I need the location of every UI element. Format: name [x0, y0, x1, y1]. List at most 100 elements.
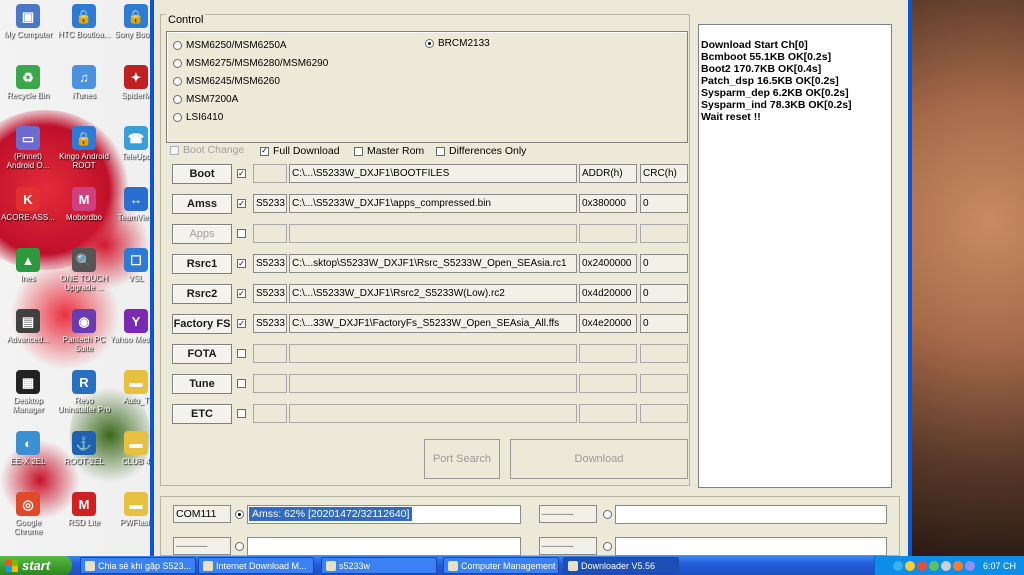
apps-checkbox[interactable] — [237, 229, 246, 238]
rsrc2-checkbox[interactable]: ✓ — [237, 289, 246, 298]
etc-addr-field[interactable] — [579, 404, 637, 423]
port2-radio[interactable] — [603, 510, 612, 519]
fota-addr-field[interactable] — [579, 344, 637, 363]
master-rom-option[interactable]: Master Rom — [354, 145, 424, 157]
radio-msm7200a[interactable]: MSM7200A — [173, 94, 238, 105]
desktop-icon[interactable]: R Revo Uninstaller Pro — [56, 370, 112, 414]
amss-checkbox[interactable]: ✓ — [237, 199, 246, 208]
start-button[interactable]: start — [0, 556, 72, 575]
port1-radio[interactable] — [235, 510, 244, 519]
tray-icon[interactable] — [892, 560, 903, 571]
taskbar-item[interactable]: s5233w — [321, 557, 437, 574]
tune-short-field[interactable] — [253, 374, 287, 393]
radio-dot[interactable] — [425, 39, 434, 48]
etc-path-field[interactable] — [289, 404, 577, 423]
fota-short-field[interactable] — [253, 344, 287, 363]
fota-checkbox[interactable] — [237, 349, 246, 358]
port4-radio[interactable] — [603, 542, 612, 551]
etc-button[interactable]: ETC — [172, 404, 232, 424]
desktop-icon[interactable]: ▤ Advanced... — [0, 309, 56, 344]
apps-crc-field[interactable] — [640, 224, 688, 243]
desktop-icon[interactable]: 🔒 Kingo Android ROOT — [56, 126, 112, 170]
taskbar-item[interactable]: Computer Management — [443, 557, 559, 574]
boot-crc-field[interactable]: CRC(h) — [640, 164, 688, 183]
desktop-icon[interactable]: ◐ EE-X 2EL — [0, 431, 56, 466]
radio-dot[interactable] — [173, 59, 182, 68]
desktop-icon[interactable]: ⚓ ROOT-2EL — [56, 431, 112, 466]
amss-short-field[interactable]: S5233 — [253, 194, 287, 213]
tray-icon[interactable] — [952, 560, 963, 571]
full-download-checkbox[interactable]: ✓ — [260, 146, 269, 156]
rsrc2-button[interactable]: Rsrc2 — [172, 284, 232, 304]
master-rom-checkbox[interactable] — [354, 146, 363, 156]
apps-short-field[interactable] — [253, 224, 287, 243]
boot-change-option[interactable]: Boot Change — [170, 144, 244, 156]
differences-only-checkbox[interactable] — [436, 146, 445, 156]
desktop-icon[interactable]: ♫ iTunes — [56, 65, 112, 100]
rsrc1-short-field[interactable]: S5233 — [253, 254, 287, 273]
amss-addr-field[interactable]: 0x380000 — [579, 194, 637, 213]
rsrc1-button[interactable]: Rsrc1 — [172, 254, 232, 274]
rsrc1-path-field[interactable]: C:\...sktop\S5233W_DXJF1\Rsrc_S5233W_Ope… — [289, 254, 577, 273]
radio-dot[interactable] — [173, 41, 182, 50]
factory-fs-path-field[interactable]: C:\...33W_DXJF1\FactoryFs_S5233W_Open_SE… — [289, 314, 577, 333]
fota-crc-field[interactable] — [640, 344, 688, 363]
fota-path-field[interactable] — [289, 344, 577, 363]
port3-radio[interactable] — [235, 542, 244, 551]
tune-checkbox[interactable] — [237, 379, 246, 388]
etc-short-field[interactable] — [253, 404, 287, 423]
factory-fs-short-field[interactable]: S5233 — [253, 314, 287, 333]
tray-icon[interactable] — [964, 560, 975, 571]
taskbar-item[interactable]: Chia sẻ khi gặp S523... — [80, 557, 196, 574]
factory-fs-checkbox[interactable]: ✓ — [237, 319, 246, 328]
factory-fs-addr-field[interactable]: 0x4e20000 — [579, 314, 637, 333]
rsrc1-checkbox[interactable]: ✓ — [237, 259, 246, 268]
desktop-icon[interactable]: ▭ (Pinnet) Android O... — [0, 126, 56, 170]
tune-crc-field[interactable] — [640, 374, 688, 393]
full-download-option[interactable]: ✓ Full Download — [260, 145, 340, 157]
tray-icon[interactable] — [916, 560, 927, 571]
radio-dot[interactable] — [173, 113, 182, 122]
factory-fs-crc-field[interactable]: 0 — [640, 314, 688, 333]
desktop-icon[interactable]: ♻ Recycle Bin — [0, 65, 56, 100]
desktop-icon[interactable]: 🔒 HTC Bootloa... — [56, 4, 112, 39]
desktop-icon[interactable]: M Mobordbo — [56, 187, 112, 222]
rsrc2-short-field[interactable]: S5233 — [253, 284, 287, 303]
desktop-icon[interactable]: ▣ My Computer — [0, 4, 56, 39]
amss-crc-field[interactable]: 0 — [640, 194, 688, 213]
boot-addr-field[interactable]: ADDR(h) — [579, 164, 637, 183]
amss-path-field[interactable]: C:\...\S5233W_DXJF1\apps_compressed.bin — [289, 194, 577, 213]
desktop-icon[interactable]: ▦ Desktop Manager — [0, 370, 56, 414]
radio-msm6275[interactable]: MSM6275/MSM6280/MSM6290 — [173, 58, 328, 69]
desktop-icon[interactable]: ◎ Google Chrome — [0, 492, 56, 536]
fota-button[interactable]: FOTA — [172, 344, 232, 364]
boot-short-field[interactable] — [253, 164, 287, 183]
rsrc1-addr-field[interactable]: 0x2400000 — [579, 254, 637, 273]
tune-button[interactable]: Tune — [172, 374, 232, 394]
differences-only-option[interactable]: Differences Only — [436, 145, 526, 157]
tune-path-field[interactable] — [289, 374, 577, 393]
amss-button[interactable]: Amss — [172, 194, 232, 214]
factory-fs-button[interactable]: Factory FS — [172, 314, 232, 334]
rsrc1-crc-field[interactable]: 0 — [640, 254, 688, 273]
radio-msm6250[interactable]: MSM6250/MSM6250A — [173, 40, 287, 51]
boot-button[interactable]: Boot — [172, 164, 232, 184]
port-search-button[interactable]: Port Search — [424, 439, 500, 479]
tray-icon[interactable] — [904, 560, 915, 571]
download-button[interactable]: Download — [510, 439, 688, 479]
radio-dot[interactable] — [173, 95, 182, 104]
boot-path-field[interactable]: C:\...\S5233W_DXJF1\BOOTFILES — [289, 164, 577, 183]
rsrc2-path-field[interactable]: C:\...\S5233W_DXJF1\Rsrc2_S5233W(Low).rc… — [289, 284, 577, 303]
tune-addr-field[interactable] — [579, 374, 637, 393]
boot-checkbox[interactable]: ✓ — [237, 169, 246, 178]
rsrc2-crc-field[interactable]: 0 — [640, 284, 688, 303]
desktop-icon[interactable]: M RSD Lite — [56, 492, 112, 527]
apps-path-field[interactable] — [289, 224, 577, 243]
boot-change-checkbox[interactable] — [170, 145, 179, 155]
radio-brcm2133[interactable]: BRCM2133 — [425, 38, 490, 49]
desktop-icon[interactable]: ◉ Pantech PC Suite — [56, 309, 112, 353]
desktop-icon[interactable]: K ACORE-ASS... — [0, 187, 56, 222]
taskbar-item[interactable]: Internet Download M... — [198, 557, 314, 574]
desktop-icon[interactable]: ▲ Ines — [0, 248, 56, 283]
desktop-icon[interactable]: 🔍 ONE TOUCH Upgrade ... — [56, 248, 112, 292]
